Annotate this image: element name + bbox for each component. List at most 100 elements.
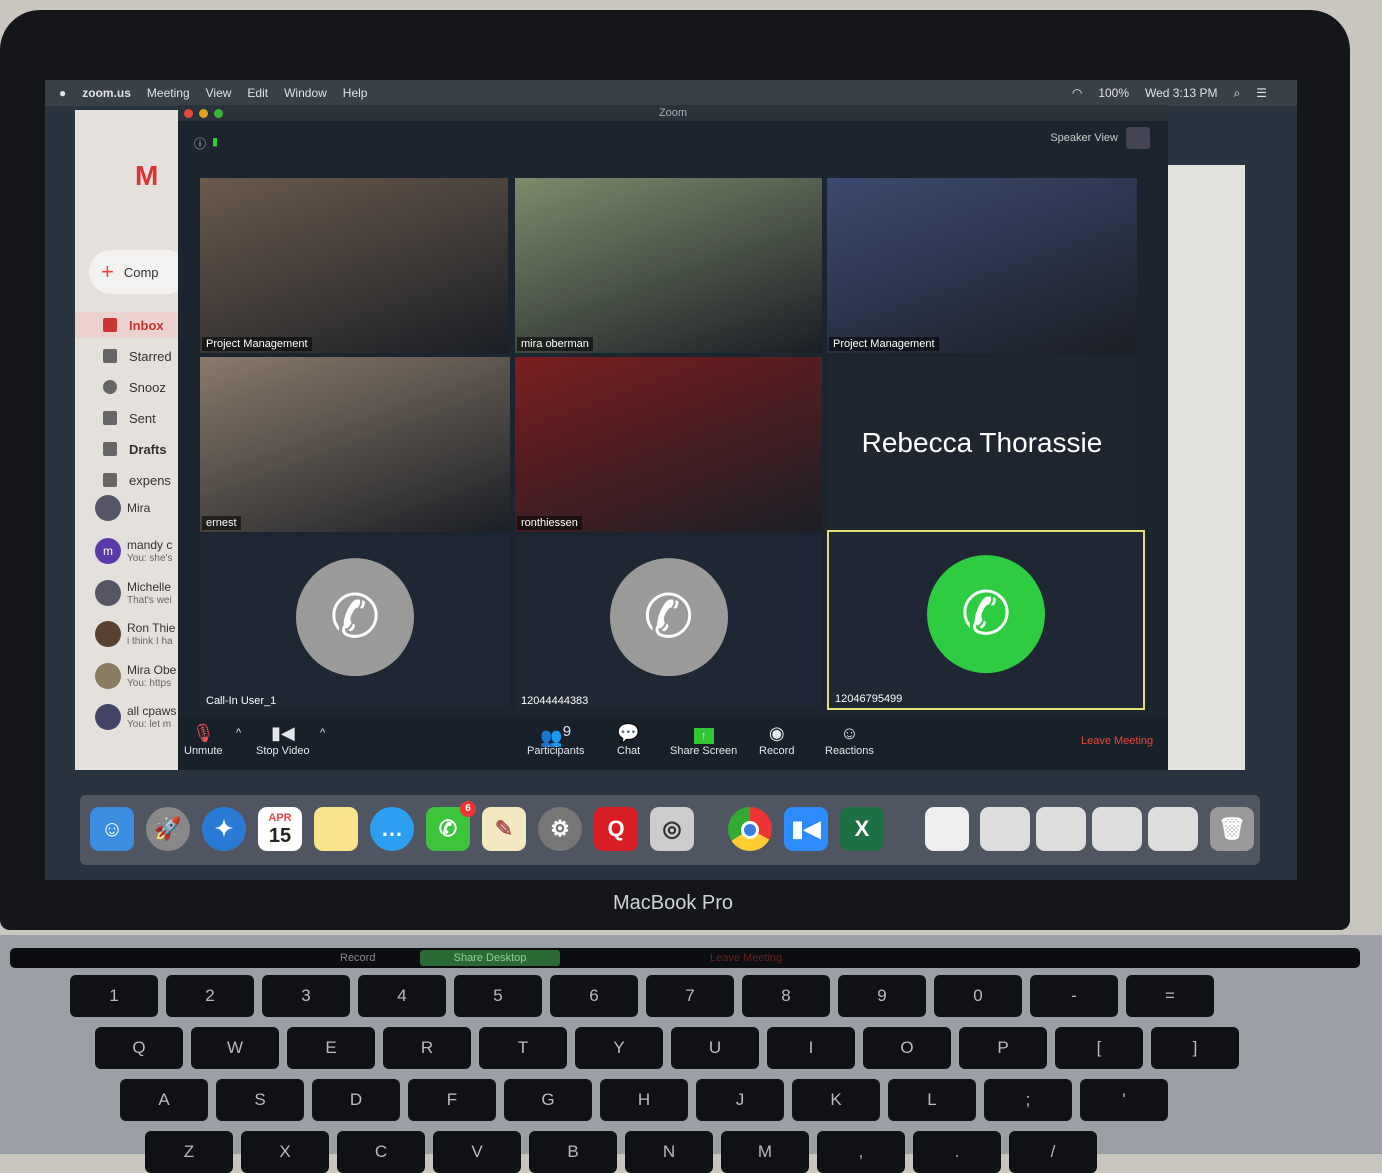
document-icon[interactable] bbox=[925, 807, 969, 851]
battery-status[interactable]: 100% bbox=[1098, 86, 1129, 101]
nav-drafts[interactable]: Drafts bbox=[75, 436, 185, 462]
key[interactable]: K bbox=[792, 1079, 880, 1121]
apple-menu-icon[interactable]: ● bbox=[59, 86, 66, 100]
nav-sent[interactable]: Sent bbox=[75, 405, 185, 431]
nav-label[interactable]: expens bbox=[75, 467, 185, 493]
video-tile[interactable]: mira oberman bbox=[515, 178, 822, 353]
menu-help[interactable]: Help bbox=[343, 86, 368, 100]
key[interactable]: L bbox=[888, 1079, 976, 1121]
share-screen-button[interactable]: ↑ Share Screen bbox=[670, 723, 737, 757]
chrome-window-icon[interactable] bbox=[980, 807, 1030, 851]
key[interactable]: / bbox=[1009, 1131, 1097, 1173]
key[interactable]: H bbox=[600, 1079, 688, 1121]
notes-icon[interactable] bbox=[314, 807, 358, 851]
menu-view[interactable]: View bbox=[206, 86, 232, 100]
key[interactable]: = bbox=[1126, 975, 1214, 1017]
messages-icon[interactable]: … bbox=[370, 807, 414, 851]
stop-video-button[interactable]: ▮◀ Stop Video bbox=[256, 723, 310, 757]
key[interactable]: T bbox=[479, 1027, 567, 1069]
key[interactable]: 8 bbox=[742, 975, 830, 1017]
spotlight-icon[interactable]: ⌕ bbox=[1234, 86, 1241, 101]
key[interactable]: M bbox=[721, 1131, 809, 1173]
key[interactable]: Z bbox=[145, 1131, 233, 1173]
chrome-window-icon[interactable] bbox=[1036, 807, 1086, 851]
chrome-window-icon[interactable] bbox=[1148, 807, 1198, 851]
key[interactable]: A bbox=[120, 1079, 208, 1121]
compose-button[interactable]: + Comp bbox=[89, 250, 189, 294]
video-tile[interactable]: Project Management bbox=[200, 178, 508, 353]
key[interactable]: N bbox=[625, 1131, 713, 1173]
video-tile[interactable]: Project Management bbox=[827, 178, 1137, 353]
key[interactable]: 7 bbox=[646, 975, 734, 1017]
trash-icon[interactable]: 🗑 bbox=[1210, 807, 1254, 851]
key[interactable]: I bbox=[767, 1027, 855, 1069]
name-tile[interactable]: Rebecca Thorassie bbox=[827, 357, 1137, 532]
image-capture-icon[interactable]: ◎ bbox=[650, 807, 694, 851]
key[interactable]: - bbox=[1030, 975, 1118, 1017]
finder-icon[interactable]: ☺ bbox=[90, 807, 134, 851]
key[interactable]: B bbox=[529, 1131, 617, 1173]
zoom-icon[interactable]: ▮◀ bbox=[784, 807, 828, 851]
info-icon[interactable]: ⓘ bbox=[194, 135, 206, 152]
phone-tile[interactable]: ✆ Call-In User_1 bbox=[200, 535, 510, 710]
key[interactable]: 2 bbox=[166, 975, 254, 1017]
calendar-icon[interactable]: APR 15 bbox=[258, 807, 302, 851]
nav-starred[interactable]: Starred bbox=[75, 343, 185, 369]
record-button[interactable]: ◉ Record bbox=[759, 723, 794, 757]
key[interactable]: F bbox=[408, 1079, 496, 1121]
key[interactable]: 5 bbox=[454, 975, 542, 1017]
minimize-button[interactable] bbox=[199, 109, 208, 118]
phone-tile[interactable]: ✆ 12044444383 bbox=[515, 535, 822, 710]
touchbar-leave-meeting[interactable]: Leave Meeting bbox=[710, 952, 782, 964]
touchbar-share-desktop[interactable]: Share Desktop bbox=[420, 950, 560, 966]
facetime-icon[interactable]: ✆ 6 bbox=[426, 801, 476, 851]
safari-icon[interactable]: ✦ bbox=[202, 807, 246, 851]
chat-button[interactable]: 💬 Chat bbox=[617, 723, 640, 757]
textedit-icon[interactable]: ✎ bbox=[482, 807, 526, 851]
speaker-view-button[interactable]: Speaker View bbox=[1050, 132, 1118, 144]
key[interactable]: . bbox=[913, 1131, 1001, 1173]
key[interactable]: 0 bbox=[934, 975, 1022, 1017]
maximize-button[interactable] bbox=[214, 109, 223, 118]
menu-app[interactable]: zoom.us bbox=[82, 86, 131, 100]
key[interactable]: G bbox=[504, 1079, 592, 1121]
touchbar-record[interactable]: Record bbox=[340, 952, 375, 964]
key[interactable]: ' bbox=[1080, 1079, 1168, 1121]
close-button[interactable] bbox=[184, 109, 193, 118]
video-options-chevron-icon[interactable]: ^ bbox=[320, 727, 325, 739]
video-tile[interactable]: ernest bbox=[200, 357, 510, 532]
unmute-button[interactable]: 🎙 Unmute bbox=[184, 723, 223, 757]
leave-meeting-button[interactable]: Leave Meeting bbox=[1081, 735, 1153, 747]
menu-edit[interactable]: Edit bbox=[247, 86, 268, 100]
video-tile[interactable]: ronthiessen bbox=[515, 357, 822, 532]
chrome-icon[interactable] bbox=[728, 807, 772, 851]
chrome-window-icon[interactable] bbox=[1092, 807, 1142, 851]
key[interactable]: 4 bbox=[358, 975, 446, 1017]
excel-icon[interactable]: X bbox=[840, 807, 884, 851]
key[interactable]: , bbox=[817, 1131, 905, 1173]
active-speaker-tile[interactable]: ✆ 12046795499 bbox=[827, 530, 1145, 710]
key[interactable]: 6 bbox=[550, 975, 638, 1017]
key[interactable]: V bbox=[433, 1131, 521, 1173]
fullscreen-button[interactable] bbox=[1126, 127, 1150, 149]
quicken-icon[interactable]: Q bbox=[594, 807, 638, 851]
nav-inbox[interactable]: Inbox bbox=[75, 312, 185, 338]
key[interactable]: X bbox=[241, 1131, 329, 1173]
lock-icon[interactable]: ▮ bbox=[212, 135, 218, 148]
menu-window[interactable]: Window bbox=[284, 86, 327, 100]
notification-center-icon[interactable]: ☰ bbox=[1256, 86, 1267, 101]
key[interactable]: O bbox=[863, 1027, 951, 1069]
system-preferences-icon[interactable]: ⚙ bbox=[538, 807, 582, 851]
wifi-icon[interactable]: ◠ bbox=[1072, 86, 1082, 101]
nav-snoozed[interactable]: Snooz bbox=[75, 374, 185, 400]
launchpad-icon[interactable]: 🚀 bbox=[146, 807, 190, 851]
key[interactable]: Y bbox=[575, 1027, 663, 1069]
key[interactable]: Q bbox=[95, 1027, 183, 1069]
key[interactable]: C bbox=[337, 1131, 425, 1173]
key[interactable]: ] bbox=[1151, 1027, 1239, 1069]
key[interactable]: U bbox=[671, 1027, 759, 1069]
menu-meeting[interactable]: Meeting bbox=[147, 86, 190, 100]
key[interactable]: P bbox=[959, 1027, 1047, 1069]
clock[interactable]: Wed 3:13 PM bbox=[1145, 86, 1217, 101]
key[interactable]: 3 bbox=[262, 975, 350, 1017]
